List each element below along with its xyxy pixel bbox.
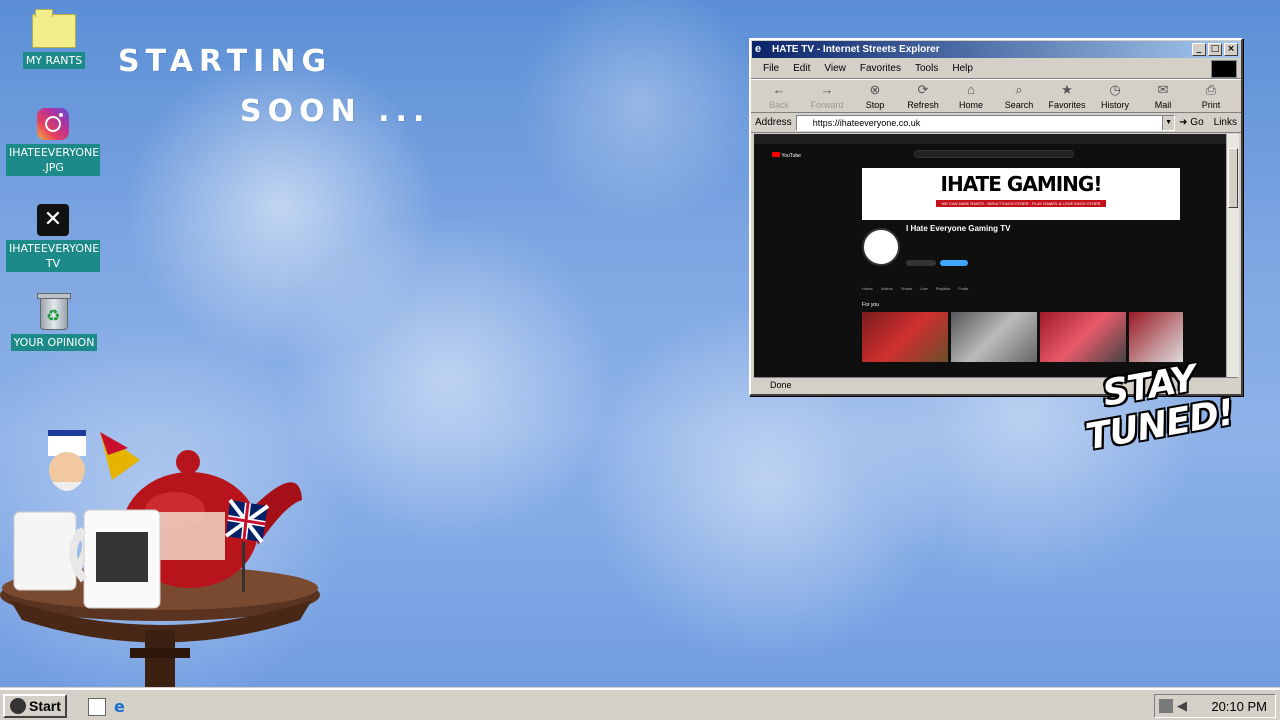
notepad-quicklaunch-icon[interactable]	[88, 698, 106, 716]
vertical-scrollbar[interactable]	[1226, 134, 1239, 377]
subscribe-button[interactable]	[906, 260, 936, 266]
close-button[interactable]: ×	[1224, 43, 1238, 56]
volume-icon[interactable]: ◀	[1177, 699, 1191, 713]
tab-live[interactable]: Live	[920, 286, 927, 291]
system-tray: ◀ 20:10 PM	[1154, 694, 1276, 718]
tab-videos[interactable]: Videos	[881, 286, 893, 291]
desktop-icon-ihateeveryone-jpg[interactable]: IHATEEVERYONE .JPG	[5, 108, 101, 176]
video-thumbnails	[862, 312, 1183, 362]
yt-sidebar	[754, 154, 814, 377]
menu-tools[interactable]: Tools	[909, 63, 946, 74]
tab-shorts[interactable]: Shorts	[901, 286, 913, 291]
menu-help[interactable]: Help	[946, 63, 981, 74]
window-titlebar[interactable]: e HATE TV - Internet Streets Explorer _ …	[752, 41, 1240, 58]
home-button[interactable]: ⌂ Home	[949, 82, 993, 110]
tea-table-illustration	[0, 430, 320, 690]
scrollbar-thumb[interactable]	[1228, 148, 1238, 208]
refresh-button[interactable]: ⟳ Refresh	[901, 82, 945, 110]
desktop-icon-label: IHATEEVERYONE TV	[6, 240, 100, 272]
links-button[interactable]: Links	[1208, 117, 1237, 128]
address-bar: Address https://ihateeveryone.co.uk ▼ ➜ …	[751, 113, 1241, 133]
internet-explorer-quicklaunch-icon[interactable]: e	[114, 698, 132, 716]
yt-browser-strip	[754, 134, 1236, 144]
search-icon: ⌕	[1015, 82, 1023, 97]
forward-arrow-icon: →	[820, 82, 834, 97]
desktop-icon-label: MY RANTS	[22, 52, 86, 69]
x-logo-icon: ✕	[37, 204, 69, 236]
menu-favorites[interactable]: Favorites	[854, 63, 909, 74]
folder-icon	[32, 9, 76, 48]
refresh-icon: ⟳	[917, 82, 929, 97]
taskbar: Start e ◀ 20:10 PM	[0, 688, 1280, 720]
brand-logo-icon	[1211, 60, 1237, 78]
minimize-button[interactable]: _	[1192, 43, 1206, 56]
browser-window[interactable]: e HATE TV - Internet Streets Explorer _ …	[749, 38, 1243, 396]
back-button[interactable]: ← Back	[757, 82, 801, 110]
channel-banner: IHATE GAMING! WE CAN HAVE RANTS - INSULT…	[862, 168, 1180, 220]
video-thumbnail[interactable]	[1040, 312, 1126, 362]
video-thumbnail[interactable]	[1129, 312, 1183, 362]
instagram-icon	[37, 108, 69, 140]
clock[interactable]: 20:10 PM	[1211, 695, 1267, 719]
home-icon: ⌂	[967, 82, 975, 97]
address-dropdown-icon[interactable]: ▼	[1162, 115, 1175, 130]
tab-posts[interactable]: Posts	[958, 286, 968, 291]
forward-button[interactable]: → Forward	[805, 82, 849, 110]
desktop-icon-ihateeveryone-tv[interactable]: ✕ IHATEEVERYONE TV	[5, 204, 101, 272]
video-thumbnail[interactable]	[862, 312, 948, 362]
print-icon: ⎙	[1205, 82, 1217, 97]
favorites-button[interactable]: ★ Favorites	[1045, 82, 1089, 110]
banner-title: IHATE GAMING!	[940, 172, 1103, 196]
yt-search-input[interactable]	[914, 150, 1074, 158]
tab-playlists[interactable]: Playlists	[936, 286, 951, 291]
go-button[interactable]: ➜ Go	[1179, 117, 1204, 128]
search-button[interactable]: ⌕ Search	[997, 82, 1041, 110]
desktop-icon-your-opinion[interactable]: ♻ YOUR OPINION	[6, 292, 102, 351]
tab-home[interactable]: Home	[862, 286, 873, 291]
history-button[interactable]: ◷ History	[1093, 82, 1137, 110]
menu-view[interactable]: View	[818, 63, 854, 74]
history-icon: ◷	[1109, 82, 1121, 97]
soon-text: SOON ...	[240, 94, 431, 129]
start-button[interactable]: Start	[3, 694, 67, 718]
menu-bar: File Edit View Favorites Tools Help	[751, 59, 1241, 79]
starting-text: STARTING	[118, 44, 333, 79]
mail-button[interactable]: ✉ Mail	[1141, 82, 1185, 110]
channel-tabs: Home Videos Shorts Live Playlists Posts	[862, 286, 968, 291]
browser-toolbar: ← Back → Forward ⊗ Stop ⟳ Refresh ⌂ Home ⌕ Sea…	[751, 79, 1241, 113]
address-label: Address	[755, 117, 792, 128]
recycle-bin-icon: ♻	[37, 292, 71, 330]
stop-icon: ⊗	[869, 82, 881, 97]
view-channel-button[interactable]	[940, 260, 968, 266]
favorites-icon: ★	[1061, 82, 1073, 97]
maximize-button[interactable]: □	[1208, 43, 1222, 56]
desktop-icon-label: YOUR OPINION	[10, 334, 98, 351]
address-input[interactable]: https://ihateeveryone.co.uk ▼	[795, 114, 1176, 131]
channel-avatar[interactable]	[862, 228, 900, 266]
banner-tagline: WE CAN HAVE RANTS - INSULT EACH OTHER - …	[936, 200, 1106, 207]
web-page-viewport[interactable]: YouTube IHATE GAMING! WE CAN HAVE RANTS …	[754, 134, 1236, 377]
section-title: For you	[862, 302, 879, 308]
menu-edit[interactable]: Edit	[787, 63, 818, 74]
window-title: HATE TV - Internet Streets Explorer	[772, 44, 940, 55]
desktop-icon-my-rants[interactable]: MY RANTS	[6, 9, 102, 69]
internet-explorer-icon: e	[755, 43, 762, 55]
back-arrow-icon: ←	[772, 82, 786, 97]
start-logo-icon	[10, 698, 26, 714]
mail-icon: ✉	[1157, 82, 1169, 97]
stop-button[interactable]: ⊗ Stop	[853, 82, 897, 110]
menu-file[interactable]: File	[757, 63, 787, 74]
status-text: Done	[770, 380, 792, 390]
network-icon[interactable]	[1159, 699, 1173, 713]
channel-name: I Hate Everyone Gaming TV	[906, 224, 1011, 233]
video-thumbnail[interactable]	[951, 312, 1037, 362]
print-button[interactable]: ⎙ Print	[1189, 82, 1233, 110]
desktop-icon-label: IHATEEVERYONE .JPG	[6, 144, 100, 176]
